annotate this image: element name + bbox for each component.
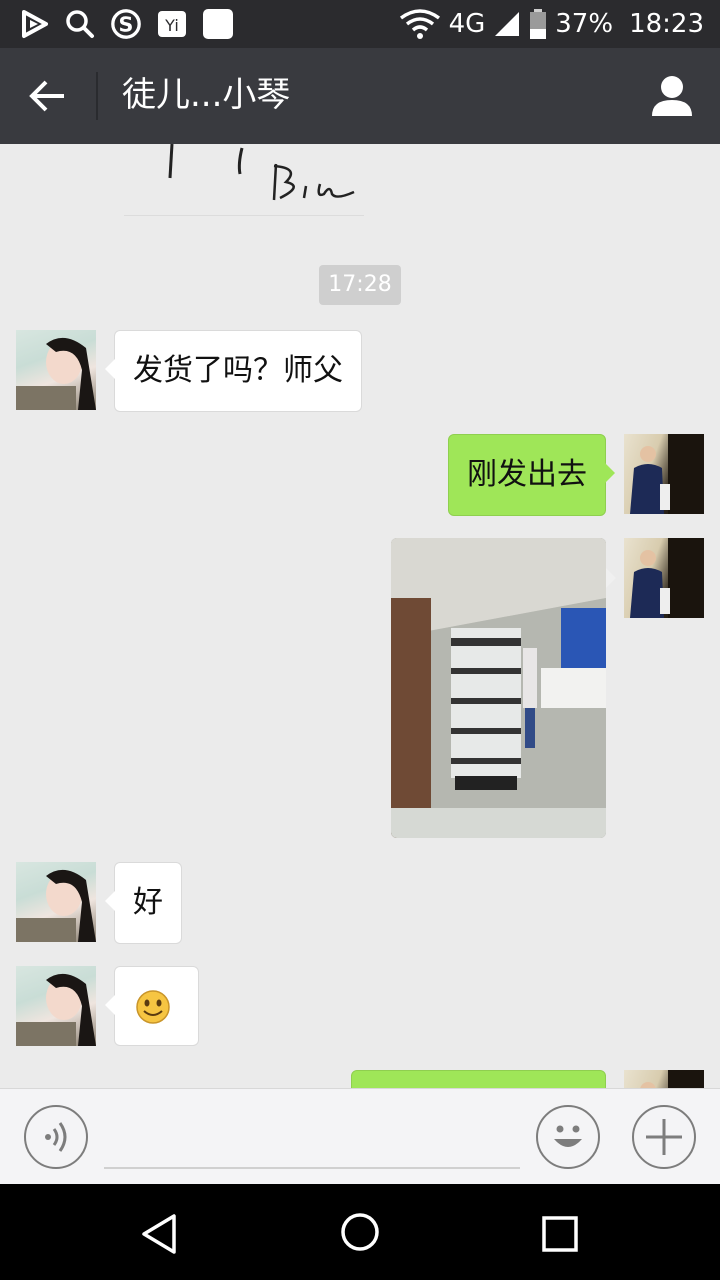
back-button[interactable]	[26, 76, 70, 116]
handwriting-image	[168, 144, 355, 201]
title-divider	[96, 72, 98, 120]
circle-home-icon	[341, 1213, 379, 1251]
status-bar: S Yi 4G 37% 18:23	[0, 0, 720, 48]
image-message[interactable]	[391, 538, 606, 838]
voice-input-button[interactable]	[24, 1105, 88, 1169]
nav-home-button[interactable]	[338, 1210, 382, 1254]
battery-icon	[530, 9, 547, 39]
chat-title-bar: 徒儿...小琴	[0, 48, 720, 144]
message-bubble-outgoing[interactable]: 刚发出去	[448, 434, 615, 516]
clock: 18:23	[629, 9, 704, 39]
play-store-icon	[18, 8, 50, 40]
network-type: 4G	[448, 9, 486, 39]
message-bubble-outgoing[interactable]	[351, 1070, 606, 1088]
previous-image-message[interactable]	[124, 144, 364, 216]
plus-icon	[646, 1119, 682, 1155]
sogou-icon: S	[110, 8, 142, 40]
svg-text:Yi: Yi	[164, 16, 179, 35]
square-recents-icon	[542, 1216, 578, 1252]
my-avatar[interactable]	[624, 434, 704, 514]
emoji-button[interactable]	[536, 1105, 600, 1169]
nav-back-button[interactable]	[138, 1212, 182, 1256]
system-navigation-bar	[0, 1184, 720, 1280]
chat-info-button[interactable]	[650, 74, 694, 118]
arrow-left-icon	[29, 80, 64, 112]
triangle-back-icon	[142, 1214, 176, 1254]
smile-emoji-icon	[136, 990, 170, 1024]
timestamp-badge: 17:28	[319, 265, 401, 305]
contact-avatar[interactable]	[16, 862, 96, 942]
mail-icon: Yi	[156, 8, 188, 40]
my-avatar[interactable]	[624, 538, 704, 618]
nav-recents-button[interactable]	[538, 1212, 582, 1256]
signal-icon	[495, 12, 520, 36]
message-bubble-incoming[interactable]: 好	[105, 862, 182, 944]
chat-message-list[interactable]: 17:28 发货了吗？师父 刚发出去 好	[0, 144, 720, 1088]
my-avatar[interactable]	[624, 1070, 704, 1088]
wifi-icon	[399, 9, 440, 39]
contact-avatar[interactable]	[16, 966, 96, 1046]
status-bar-notification-icons: S Yi	[18, 8, 234, 40]
image-bubble-tail	[606, 568, 616, 588]
chat-title: 徒儿...小琴	[122, 75, 291, 115]
message-input-bar	[0, 1088, 720, 1184]
person-icon	[652, 76, 692, 116]
smiley-face-icon	[554, 1125, 582, 1147]
status-bar-right: 4G 37% 18:23	[399, 6, 704, 42]
svg-text:S: S	[119, 13, 134, 37]
square-icon	[202, 8, 234, 40]
battery-percent: 37%	[555, 9, 614, 39]
message-bubble-incoming[interactable]: 发货了吗？师父	[105, 330, 362, 412]
message-bubble-incoming[interactable]	[105, 966, 199, 1046]
message-text-field[interactable]	[104, 1103, 520, 1169]
search-icon	[64, 8, 96, 40]
voice-icon	[45, 1122, 67, 1152]
more-options-button[interactable]	[632, 1105, 696, 1169]
contact-avatar[interactable]	[16, 330, 96, 410]
photo-office-packages	[391, 538, 606, 838]
